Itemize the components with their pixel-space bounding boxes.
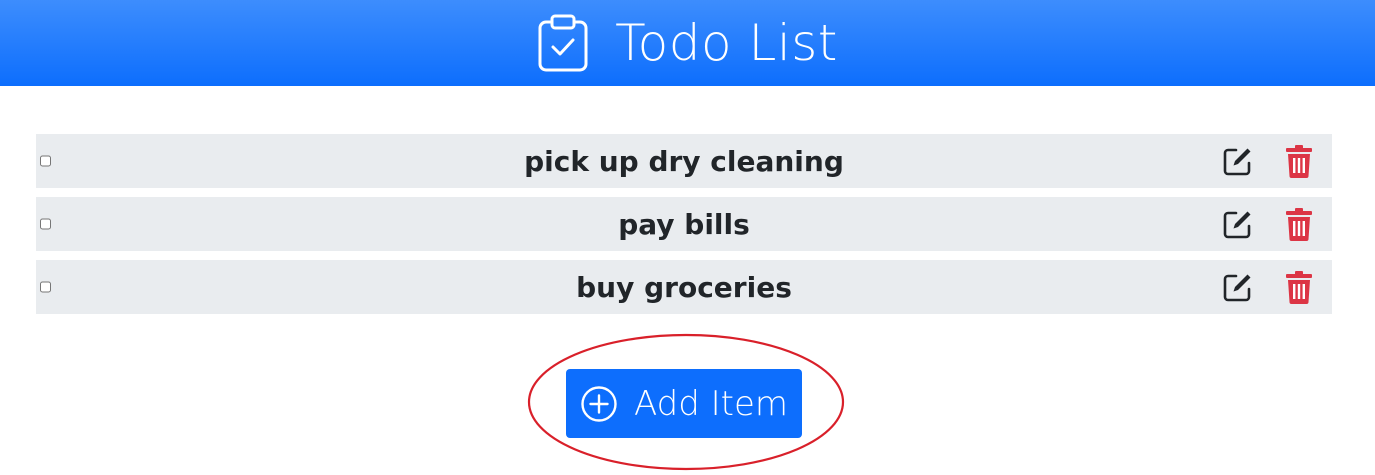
todo-checkbox[interactable] (40, 281, 51, 293)
todo-text: buy groceries (576, 270, 792, 304)
edit-icon[interactable] (1222, 145, 1254, 177)
todo-item: pick up dry cleaning (36, 134, 1332, 188)
edit-icon[interactable] (1222, 271, 1254, 303)
add-item-label: Add Item (633, 383, 789, 424)
trash-icon[interactable] (1284, 270, 1314, 304)
app-header: Todo List (0, 0, 1375, 86)
todo-checkbox[interactable] (40, 155, 51, 167)
plus-circle-icon (580, 385, 618, 423)
trash-icon[interactable] (1284, 207, 1314, 241)
todo-item: pay bills (36, 197, 1332, 251)
todo-text: pay bills (618, 207, 750, 241)
todo-checkbox[interactable] (40, 218, 51, 230)
add-item-area: Add Item (527, 333, 847, 471)
todo-list: pick up dry cleaning pay bills buy groce… (36, 134, 1332, 323)
trash-icon[interactable] (1284, 144, 1314, 178)
todo-item: buy groceries (36, 260, 1332, 314)
add-item-button[interactable]: Add Item (566, 369, 802, 438)
edit-icon[interactable] (1222, 208, 1254, 240)
todo-text: pick up dry cleaning (524, 144, 844, 178)
clipboard-check-icon (537, 14, 589, 72)
page-title: Todo List (615, 14, 838, 72)
